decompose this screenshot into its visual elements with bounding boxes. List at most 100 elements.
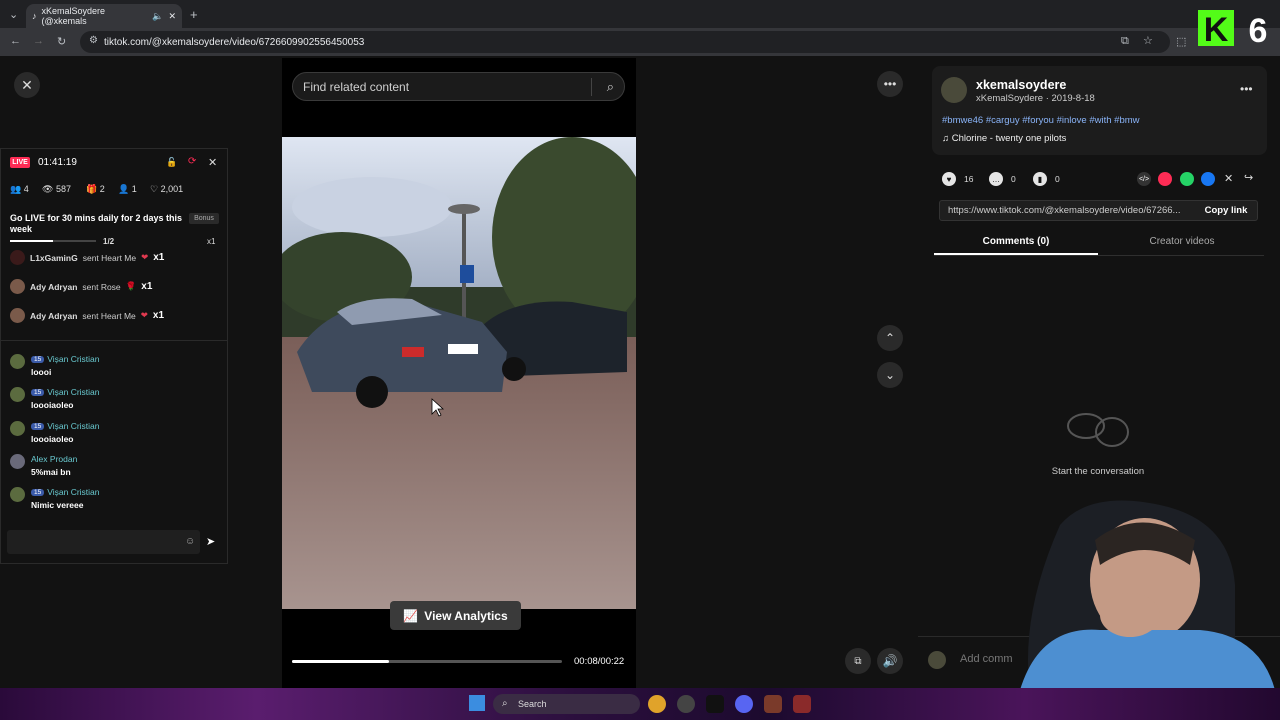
gift-action: sent Rose: [82, 281, 121, 292]
kick-logo-letter: K: [1204, 11, 1229, 48]
kick-logo: K 6: [1198, 10, 1267, 48]
empty-comments-illustration: [1067, 413, 1129, 447]
more-options-button[interactable]: •••: [877, 71, 903, 97]
app-icon[interactable]: [793, 695, 811, 713]
taskbar-search-label: Search: [518, 699, 547, 709]
search-divider: [591, 78, 592, 96]
gift-count: x1: [153, 252, 165, 263]
author-avatar[interactable]: [941, 77, 967, 103]
view-analytics-button[interactable]: 📈 View Analytics: [390, 601, 521, 630]
divider: [0, 340, 228, 341]
tab-comments[interactable]: Comments (0): [934, 236, 1098, 247]
next-video-button[interactable]: ⌄: [877, 362, 903, 388]
views-stat: 👁 587: [42, 184, 71, 195]
tab-title: xKemalSoydere (@xkemals: [41, 6, 106, 26]
taskbar-search[interactable]: ⌕ Search: [493, 694, 640, 714]
share-icon[interactable]: ↪: [1244, 171, 1253, 184]
reload-icon[interactable]: ↻: [57, 35, 66, 48]
emoji-icon[interactable]: ☺: [185, 536, 195, 547]
chrome-icon[interactable]: [648, 695, 666, 713]
hashtags[interactable]: #bmwe46 #carguy #foryou #inlove #with #b…: [942, 115, 1140, 126]
search-icon[interactable]: ⌕: [607, 79, 614, 95]
comment-action[interactable]: … 0: [989, 172, 1016, 186]
author-username[interactable]: xkemalsoydere: [976, 78, 1066, 92]
live-timer: 01:41:19: [38, 157, 77, 168]
extensions-icon[interactable]: ⬚: [1176, 35, 1186, 48]
level-badge: 15: [31, 388, 45, 396]
avatar: [10, 250, 25, 265]
search-input[interactable]: Find related content ⌕: [292, 72, 625, 101]
like-count: 16: [964, 174, 974, 184]
back-icon[interactable]: ←: [10, 35, 21, 47]
avatar: [10, 387, 25, 402]
windows-start-icon[interactable]: [469, 695, 485, 711]
chat-message: 15 Vișan Cristian loooi: [10, 354, 100, 377]
close-tab-icon[interactable]: ✕: [168, 11, 176, 22]
browser-tab[interactable]: ♪ xKemalSoydere (@xkemals 🔈 ✕: [26, 4, 182, 28]
tab-list-icon[interactable]: ⌄: [9, 8, 18, 21]
whatsapp-icon[interactable]: [1180, 172, 1194, 186]
user-plus-icon: 👤: [118, 184, 132, 194]
chat-username: Vișan Cristian: [47, 354, 100, 364]
address-bar[interactable]: tiktok.com/@xkemalsoydere/video/67266099…: [80, 31, 1170, 53]
video-frame[interactable]: [282, 137, 636, 609]
goal-multiplier: x1: [207, 237, 216, 246]
copy-link-button[interactable]: Copy link: [1196, 200, 1256, 221]
avatar: [10, 421, 25, 436]
close-video-button[interactable]: ✕: [14, 72, 40, 98]
chat-text: loooi: [31, 367, 52, 377]
wheel: [356, 376, 388, 408]
new-tab-icon[interactable]: +: [190, 7, 198, 22]
gift-row: L1xGaminG sent Heart Me ❤ x1: [10, 250, 164, 265]
discord-icon[interactable]: [735, 695, 753, 713]
x-twitter-icon[interactable]: ✕: [1224, 172, 1233, 185]
lock-icon[interactable]: 🔓: [166, 157, 177, 168]
music-info[interactable]: ♫ Chlorine - twenty one pilots: [942, 133, 1066, 144]
author-more-icon[interactable]: •••: [1240, 82, 1253, 96]
level-badge: 15: [31, 422, 45, 430]
chat-message: 15 Vișan Cristian Nimic vereee: [10, 487, 100, 510]
previous-video-button[interactable]: ⌃: [877, 325, 903, 351]
send-to-friends-icon[interactable]: [1158, 172, 1172, 186]
volume-button[interactable]: 🔊: [877, 648, 903, 674]
forward-icon[interactable]: →: [33, 35, 44, 47]
gift-user: Ady Adryan: [30, 281, 78, 292]
send-icon[interactable]: ➤: [206, 535, 215, 548]
heart-icon: ♥: [942, 172, 956, 186]
cloud: [292, 177, 452, 237]
lamp-head: [448, 204, 480, 214]
chat-text: 5%mai bn: [31, 467, 71, 477]
app-icon[interactable]: [764, 695, 782, 713]
gift-user: Ady Adryan: [30, 310, 78, 321]
likes-count: 2,001: [160, 184, 184, 194]
gift-action: sent Heart Me: [82, 252, 137, 263]
avatar: [10, 279, 25, 294]
chat-message: Alex Prodan 5%mai bn: [10, 454, 77, 477]
close-live-panel-icon[interactable]: ✕: [208, 156, 217, 169]
save-action[interactable]: ▮ 0: [1033, 172, 1060, 186]
site-info-icon[interactable]: ⚙: [89, 35, 98, 46]
pip-button[interactable]: ⧉: [845, 648, 871, 674]
avatar: [10, 487, 25, 502]
license-plate: [448, 344, 478, 354]
gift-count: x1: [141, 281, 153, 292]
chat-input[interactable]: [7, 530, 200, 554]
tiktok-icon[interactable]: [706, 695, 724, 713]
bookmark-star-icon[interactable]: ☆: [1143, 34, 1153, 47]
embed-icon[interactable]: </>: [1137, 172, 1151, 186]
tab-creator-videos[interactable]: Creator videos: [1100, 236, 1264, 247]
obs-icon[interactable]: [677, 695, 695, 713]
windows-taskbar: [0, 688, 1280, 720]
rose-gift-icon: 🌹: [125, 281, 137, 291]
video-link-text: https://www.tiktok.com/@xkemalsoydere/vi…: [948, 205, 1181, 216]
goal-progress-track: [53, 240, 96, 242]
my-avatar: [928, 651, 946, 669]
install-icon[interactable]: ⧉: [1121, 35, 1129, 48]
search-placeholder: Find related content: [303, 79, 410, 94]
facebook-icon[interactable]: [1201, 172, 1215, 186]
bookmark-icon: ▮: [1033, 172, 1047, 186]
refresh-icon[interactable]: ⟳: [188, 156, 196, 167]
like-action[interactable]: ♥ 16: [942, 172, 973, 186]
gift-icon: 🎁: [86, 184, 100, 194]
comment-icon: …: [989, 172, 1003, 186]
